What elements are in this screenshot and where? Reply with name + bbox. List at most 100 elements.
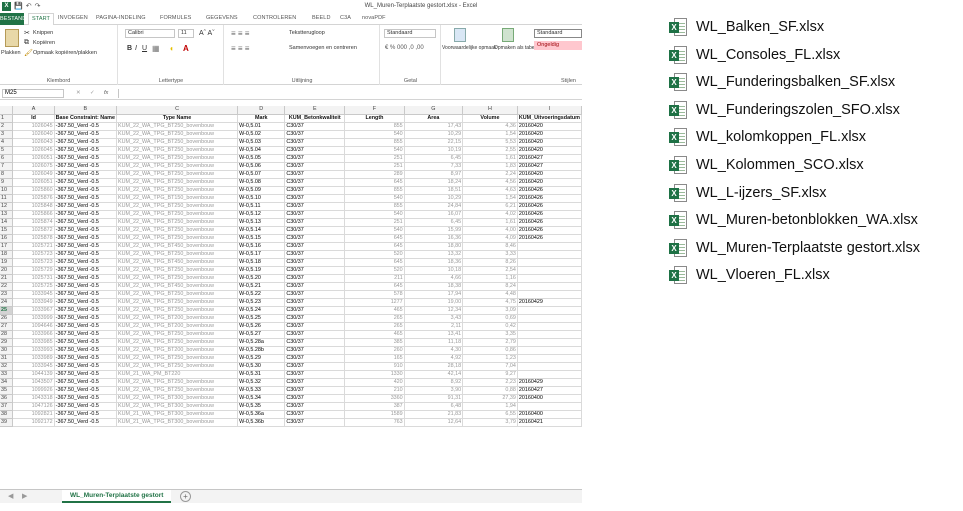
table-cell[interactable]: KUM_22_WA_TPG_BT250_bovenbouw	[116, 266, 239, 275]
table-cell[interactable]: 8,46	[462, 242, 518, 251]
table-cell[interactable]: 260	[344, 346, 405, 355]
table-cell[interactable]: 645	[344, 242, 405, 251]
select-all-corner[interactable]	[0, 106, 14, 115]
table-cell[interactable]: W-0,5.07	[237, 170, 286, 179]
cut-button[interactable]: Knippen	[33, 30, 53, 36]
table-cell[interactable]: KUM_22_WA_TPG_BT250_bovenbouw	[116, 354, 239, 363]
table-cell[interactable]: KUM_22_WA_TPG_BT250_bovenbouw	[116, 386, 239, 395]
table-row[interactable]: 19 1025723 -367.50_Verd -0.5 KUM_22_WA_TPG_…	[0, 258, 582, 267]
table-cell[interactable]: -367.50_Verd -0.5	[54, 330, 117, 339]
file-item[interactable]: X WL_kolomkoppen_FL.xlsx	[668, 126, 866, 148]
column-header[interactable]: C	[116, 106, 239, 115]
table-row[interactable]: 23 1033945 -367.50_Verd -0.5 KUM_22_WA_TPG_…	[0, 290, 582, 299]
row-header[interactable]: 2	[0, 122, 14, 131]
table-cell[interactable]: -367.50_Verd -0.5	[54, 314, 117, 323]
table-row[interactable]: 35 1099926 -367.50_Verd -0.5 KUM_22_WA_TPG_…	[0, 386, 582, 395]
row-header[interactable]: 3	[0, 130, 14, 139]
font-color-icon[interactable]: A	[183, 44, 189, 53]
table-cell[interactable]: KUM_22_WA_TPG_BT250_bovenbouw	[116, 210, 239, 219]
table-cell[interactable]: 1025725	[12, 282, 55, 291]
row-header[interactable]: 28	[0, 330, 14, 339]
table-cell[interactable]: 18,36	[404, 258, 464, 267]
table-cell[interactable]	[517, 306, 582, 315]
field-header-cell[interactable]: Mark	[237, 114, 286, 123]
table-cell[interactable]: 3,43	[404, 314, 464, 323]
table-cell[interactable]: KUM_22_WA_TPG_BT250_bovenbouw	[116, 202, 239, 211]
file-item[interactable]: X WL_Vloeren_FL.xlsx	[668, 264, 830, 286]
table-cell[interactable]: 1026051	[12, 178, 55, 187]
row-header[interactable]: 23	[0, 290, 14, 299]
row-header[interactable]: 10	[0, 186, 14, 195]
field-header-cell[interactable]: Type Name	[116, 114, 239, 123]
table-cell[interactable]: 1,94	[462, 402, 518, 411]
table-cell[interactable]: 2,79	[462, 338, 518, 347]
row-header[interactable]: 17	[0, 242, 14, 251]
table-cell[interactable]: 8,92	[404, 378, 464, 387]
table-cell[interactable]: 165	[344, 354, 405, 363]
table-cell[interactable]: W-0,5.28a	[237, 338, 286, 347]
format-table-icon[interactable]	[502, 28, 514, 42]
table-cell[interactable]: KUM_22_WA_TPG_BT250_bovenbouw	[116, 274, 239, 283]
font-name-select[interactable]: Calibri	[125, 29, 175, 38]
table-cell[interactable]: 540	[344, 210, 405, 219]
table-cell[interactable]: 22,15	[404, 138, 464, 147]
table-cell[interactable]: 0,88	[462, 386, 518, 395]
table-cell[interactable]: W-0,5.19	[237, 266, 286, 275]
field-header-cell[interactable]: Length	[344, 114, 405, 123]
table-cell[interactable]: 7,04	[462, 362, 518, 371]
table-cell[interactable]: 1025872	[12, 226, 55, 235]
table-cell[interactable]: 520	[344, 250, 405, 259]
row-header[interactable]: 4	[0, 138, 14, 147]
number-format-select[interactable]: Standaard	[384, 29, 436, 38]
tab-gegevens[interactable]: GEGEVENS	[206, 15, 238, 21]
table-cell[interactable]: 12,64	[404, 418, 464, 427]
file-item[interactable]: X WL_Funderingszolen_SFO.xlsx	[668, 99, 900, 121]
table-cell[interactable]: 1092821	[12, 410, 55, 419]
table-cell[interactable]: KUM_22_WA_TPG_BT300_bovenbouw	[116, 402, 239, 411]
table-cell[interactable]: 3360	[344, 394, 405, 403]
table-cell[interactable]: C30/37	[284, 154, 346, 163]
file-item[interactable]: X WL_Muren-Terplaatste gestort.xlsx	[668, 237, 920, 259]
table-cell[interactable]: 20160426	[517, 202, 582, 211]
border-icon[interactable]: ▦	[152, 44, 160, 53]
tab-pagina-indeling[interactable]: PAGINA-INDELING	[96, 15, 146, 21]
table-cell[interactable]: 16,36	[404, 234, 464, 243]
table-row[interactable]: 25 1033967 -367.50_Verd -0.5 KUM_22_WA_TPG_…	[0, 306, 582, 315]
table-cell[interactable]: 1,16	[462, 274, 518, 283]
table-cell[interactable]: 1026045	[12, 146, 55, 155]
table-cell[interactable]: 1025721	[12, 242, 55, 251]
table-cell[interactable]: W-0,5.10	[237, 194, 286, 203]
table-cell[interactable]: -367.50_Verd -0.5	[54, 386, 117, 395]
table-cell[interactable]: -367.50_Verd -0.5	[54, 210, 117, 219]
table-cell[interactable]: 645	[344, 234, 405, 243]
table-cell[interactable]: 251	[344, 154, 405, 163]
table-cell[interactable]: 855	[344, 202, 405, 211]
table-row[interactable]: 24 1033949 -367.50_Verd -0.5 KUM_22_WA_TPG_…	[0, 298, 582, 307]
table-cell[interactable]: KUM_22_WA_TPG_BT250_bovenbouw	[116, 290, 239, 299]
table-cell[interactable]: C30/37	[284, 162, 346, 171]
format-painter-icon[interactable]: 🖌	[24, 49, 33, 57]
table-cell[interactable]: KUM_22_WA_TPG_BT450_bovenbouw	[116, 258, 239, 267]
column-header[interactable]: B	[54, 106, 117, 115]
table-cell[interactable]: KUM_22_WA_TPG_BT300_bovenbouw	[116, 394, 239, 403]
table-cell[interactable]: W-0,5.06	[237, 162, 286, 171]
table-cell[interactable]: -367.50_Verd -0.5	[54, 242, 117, 251]
font-size-select[interactable]: 11	[178, 29, 194, 38]
table-cell[interactable]: 20160429	[517, 378, 582, 387]
table-cell[interactable]: KUM_22_WA_TPG_BT250_bovenbouw	[116, 178, 239, 187]
row-header[interactable]: 16	[0, 234, 14, 243]
field-header-cell[interactable]: Area	[404, 114, 464, 123]
conditional-format-button[interactable]: Voorwaardelijke opmaak	[442, 45, 496, 51]
table-cell[interactable]: 520	[344, 266, 405, 275]
table-cell[interactable]: 855	[344, 122, 405, 131]
table-row[interactable]: 5 1026045 -367.50_Verd -0.5 KUM_22_WA_TPG_B…	[0, 146, 582, 155]
table-cell[interactable]: 1033993	[12, 346, 55, 355]
table-cell[interactable]: KUM_22_WA_TPG_BT200_bovenbouw	[116, 346, 239, 355]
table-row[interactable]: 18 1025723 -367.50_Verd -0.5 KUM_22_WA_TPG_…	[0, 250, 582, 259]
table-cell[interactable]: 20160426	[517, 226, 582, 235]
table-row[interactable]: 26 1033999 -367.50_Verd -0.5 KUM_22_WA_TPG_…	[0, 314, 582, 323]
table-cell[interactable]: W-0,5.36a	[237, 410, 286, 419]
table-cell[interactable]: -367.50_Verd -0.5	[54, 122, 117, 131]
table-cell[interactable]: 1033966	[12, 330, 55, 339]
table-cell[interactable]: 1,54	[462, 130, 518, 139]
